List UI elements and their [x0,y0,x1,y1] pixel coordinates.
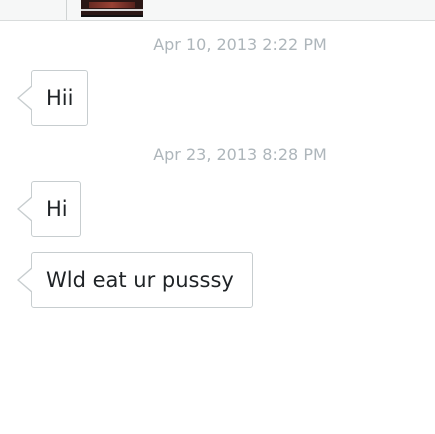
incoming-message-bubble[interactable]: Wld eat ur pusssy [17,252,253,308]
message-timestamp: Apr 23, 2013 8:28 PM [153,145,327,164]
message-text: Hii [46,86,74,110]
top-bar [0,0,435,21]
message-text: Wld eat ur pusssy [46,268,234,292]
message-text: Hi [46,197,68,221]
image-thumbnail-icon[interactable] [81,0,143,17]
top-bar-divider [66,0,67,20]
message-timestamp: Apr 10, 2013 2:22 PM [153,35,327,54]
incoming-message-bubble[interactable]: Hi [17,181,81,237]
incoming-message-bubble[interactable]: Hii [17,70,88,126]
